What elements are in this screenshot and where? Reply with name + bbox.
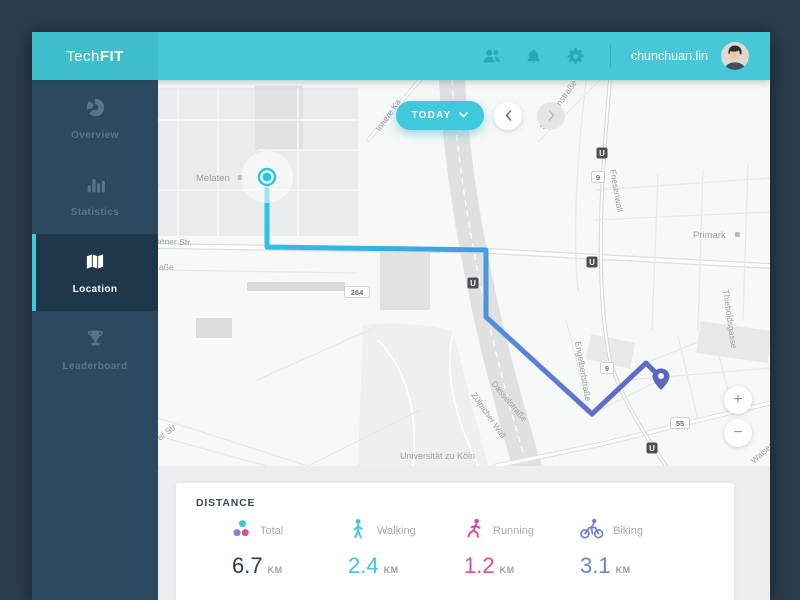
brand-logo-light: Tech bbox=[66, 47, 100, 65]
svg-text:U: U bbox=[470, 279, 476, 288]
metric-label: Total bbox=[260, 525, 284, 537]
username[interactable]: chunchuan.lin bbox=[631, 49, 708, 63]
metric-value: 6.7 KM bbox=[232, 553, 283, 579]
sidebar-item-overview[interactable]: Overview bbox=[32, 80, 158, 157]
metric-value: 2.4 KM bbox=[348, 553, 399, 579]
bell-icon[interactable] bbox=[524, 46, 544, 66]
date-selector-button[interactable]: TODAY bbox=[396, 101, 484, 130]
metric-number: 3.1 bbox=[580, 553, 611, 578]
pie-chart-icon bbox=[85, 97, 106, 123]
svg-text:264: 264 bbox=[351, 288, 364, 297]
map-area: U 9 U U 264 9 55 U Melaten hener Str. aße Innere K… bbox=[158, 80, 770, 466]
avatar[interactable] bbox=[721, 42, 749, 70]
map-badge: U bbox=[586, 256, 598, 268]
bottom-panel: DISTANCE Total 6.7 KM Walking 2.4 KM Run… bbox=[158, 466, 770, 600]
sidebar-item-statistics[interactable]: Statistics bbox=[32, 157, 158, 234]
metric-unit: KM bbox=[383, 565, 399, 575]
metric-label: Running bbox=[493, 525, 534, 537]
users-icon[interactable] bbox=[482, 46, 502, 66]
map-icon bbox=[84, 251, 106, 277]
chevron-down-icon bbox=[459, 110, 469, 121]
distance-metrics: Total 6.7 KM Walking 2.4 KM Running 1.2 … bbox=[196, 518, 734, 579]
metric-biking: Biking 3.1 KM bbox=[580, 518, 696, 579]
date-selector-label: TODAY bbox=[411, 110, 452, 121]
metric-running: Running 1.2 KM bbox=[464, 518, 580, 579]
svg-text:U: U bbox=[599, 149, 605, 158]
metric-value: 1.2 KM bbox=[464, 553, 515, 579]
map-badge: 264 bbox=[344, 286, 370, 298]
top-header: Tech FIT chunchuan.lin bbox=[32, 32, 770, 80]
metric-unit: KM bbox=[615, 565, 631, 575]
sidebar-item-label: Leaderboard bbox=[62, 360, 128, 372]
metric-label: Biking bbox=[613, 525, 643, 537]
running-icon bbox=[464, 518, 484, 544]
route-start-marker bbox=[241, 151, 293, 203]
distance-title: DISTANCE bbox=[196, 497, 256, 509]
map-badge: 9 bbox=[600, 362, 614, 374]
brand-logo-bold: FIT bbox=[99, 47, 124, 65]
zoom-in-button[interactable]: + bbox=[724, 386, 752, 414]
svg-text:55: 55 bbox=[676, 419, 684, 428]
metric-walking: Walking 2.4 KM bbox=[348, 518, 464, 579]
distance-card: DISTANCE Total 6.7 KM Walking 2.4 KM Run… bbox=[176, 483, 734, 600]
map-badge: U bbox=[646, 442, 658, 454]
map-place-label: hener Str. bbox=[158, 236, 192, 247]
bar-chart-icon bbox=[85, 174, 106, 200]
map-zoom-controls: + − bbox=[724, 386, 752, 447]
header-actions: chunchuan.lin bbox=[460, 42, 770, 70]
sidebar-item-label: Location bbox=[72, 283, 118, 295]
sidebar: Overview Statistics Location Leaderboard bbox=[32, 80, 158, 600]
map-place-label: aße bbox=[159, 262, 174, 272]
svg-text:U: U bbox=[649, 444, 655, 453]
sidebar-item-leaderboard[interactable]: Leaderboard bbox=[32, 311, 158, 388]
sidebar-item-label: Statistics bbox=[70, 206, 120, 218]
metric-number: 2.4 bbox=[348, 553, 379, 578]
svg-text:U: U bbox=[589, 258, 595, 267]
walking-icon bbox=[348, 518, 368, 544]
map-canvas[interactable]: U9UU264955U Melatenhener Str.aßeInnere K… bbox=[158, 80, 770, 466]
metric-unit: KM bbox=[267, 565, 283, 575]
prev-day-button[interactable] bbox=[494, 102, 522, 130]
chevron-right-icon bbox=[548, 109, 555, 124]
map-place-label: Primark bbox=[693, 230, 726, 241]
total-dots-icon bbox=[232, 519, 251, 543]
gear-icon[interactable] bbox=[566, 46, 586, 66]
header-divider bbox=[609, 44, 611, 68]
sidebar-item-location[interactable]: Location bbox=[32, 234, 158, 311]
map-badge: 9 bbox=[591, 171, 605, 183]
map-place-label: Melaten bbox=[196, 173, 230, 184]
biking-icon bbox=[580, 518, 604, 544]
app-window: Tech FIT chunchuan.lin Overview Statisti… bbox=[32, 32, 770, 600]
metric-value: 3.1 KM bbox=[580, 553, 631, 579]
brand-logo: Tech FIT bbox=[32, 32, 158, 80]
map-place-label: Universität zu Köln bbox=[400, 451, 475, 461]
sidebar-item-label: Overview bbox=[71, 129, 119, 141]
svg-text:9: 9 bbox=[605, 364, 609, 373]
metric-number: 1.2 bbox=[464, 553, 495, 578]
map-badge: 55 bbox=[670, 417, 690, 429]
metric-number: 6.7 bbox=[232, 553, 263, 578]
zoom-out-button[interactable]: − bbox=[724, 419, 752, 447]
trophy-icon bbox=[85, 328, 106, 354]
metric-label: Walking bbox=[377, 525, 416, 537]
metric-unit: KM bbox=[499, 565, 515, 575]
next-day-button[interactable] bbox=[537, 102, 565, 130]
svg-text:9: 9 bbox=[596, 173, 600, 182]
chevron-left-icon bbox=[505, 109, 512, 124]
map-badge: U bbox=[467, 277, 479, 289]
metric-total: Total 6.7 KM bbox=[232, 520, 348, 579]
map-badge: U bbox=[596, 147, 608, 159]
